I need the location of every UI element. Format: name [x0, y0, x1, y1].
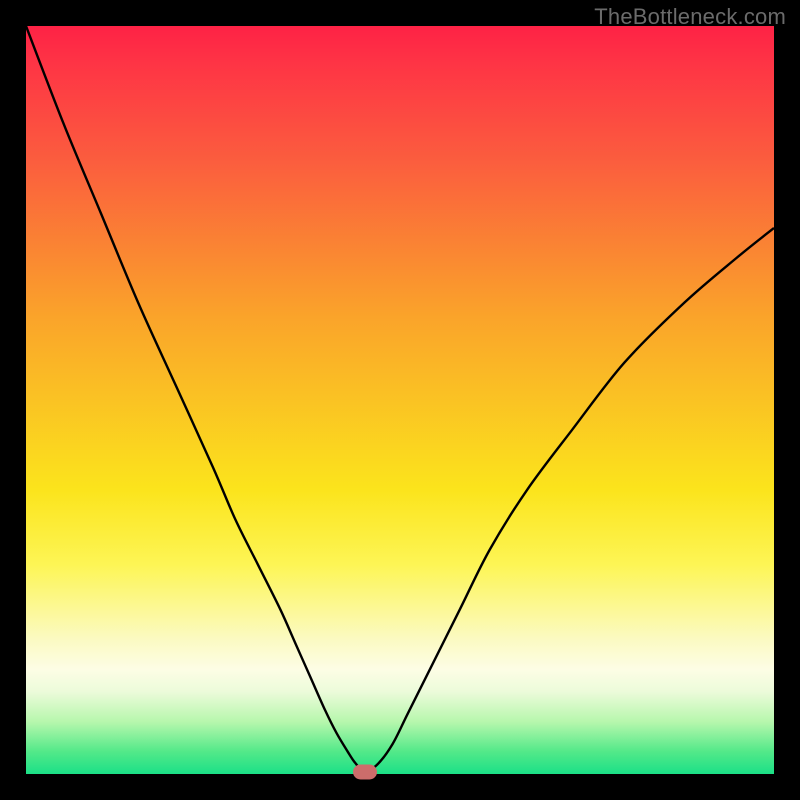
- optimum-marker: [353, 764, 377, 779]
- watermark-text: TheBottleneck.com: [594, 4, 786, 30]
- bottleneck-curve: [26, 26, 774, 774]
- plot-area: [26, 26, 774, 774]
- chart-container: TheBottleneck.com: [0, 0, 800, 800]
